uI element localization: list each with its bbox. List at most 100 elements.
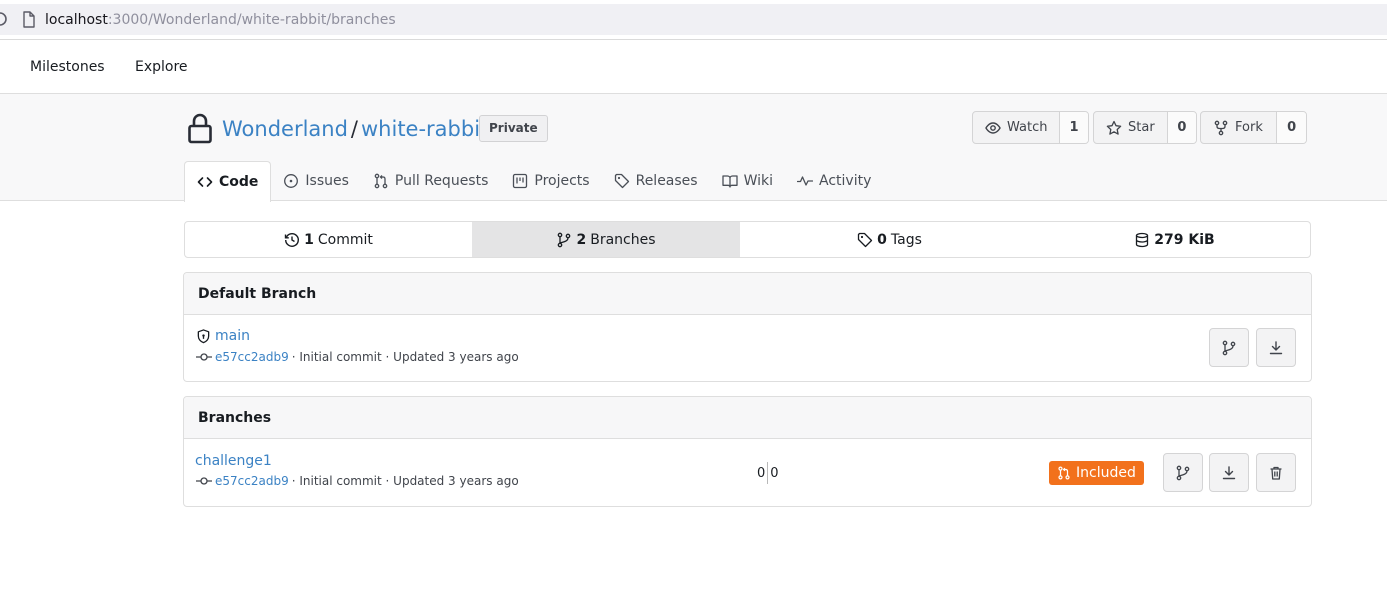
- browser-toolbar: localhost:3000/Wonderland/white-rabbit/b…: [0, 0, 1387, 40]
- eye-icon: [985, 120, 1001, 136]
- pull-request-icon: [373, 173, 389, 189]
- star-count[interactable]: 0: [1166, 112, 1196, 143]
- repo-tabs: Code Issues Pull Requests Projects Relea…: [184, 161, 883, 202]
- branch-name: challenge1: [195, 453, 272, 469]
- pulse-icon: [797, 173, 814, 189]
- trash-icon: [1268, 465, 1284, 481]
- stat-size-value: 279 KiB: [1154, 231, 1215, 248]
- repo-header: Wonderland / white-rabbit Private Watch 1 …: [0, 94, 1387, 202]
- tag-icon: [857, 232, 873, 248]
- default-branch-link[interactable]: main: [215, 328, 250, 344]
- database-icon: [1134, 232, 1150, 248]
- default-branch-commit: e57cc2adb9 · Initial commit · Updated 3 …: [196, 350, 519, 364]
- tab-wiki-label: Wiki: [743, 173, 774, 189]
- download-button[interactable]: [1209, 453, 1249, 492]
- repo-title: Wonderland / white-rabbit: [222, 115, 488, 143]
- stat-size: 279 KiB: [1039, 222, 1310, 257]
- stat-commits-count: 1: [304, 231, 314, 248]
- stat-branches-count: 2: [576, 231, 587, 248]
- included-badge: Included: [1049, 461, 1144, 485]
- included-label: Included: [1076, 465, 1136, 481]
- tab-activity[interactable]: Activity: [785, 161, 883, 201]
- default-branch-box: Default Branch main e57cc2adb9 · Initial…: [183, 272, 1312, 382]
- stat-branches-label: Branches: [590, 231, 656, 248]
- nav-explore[interactable]: Explore: [135, 58, 188, 76]
- private-badge: Private: [479, 115, 548, 142]
- star-group: Star 0: [1093, 111, 1197, 144]
- fork-count[interactable]: 0: [1276, 112, 1306, 143]
- tab-pull-requests[interactable]: Pull Requests: [361, 161, 500, 201]
- shield-lock-icon: [196, 328, 211, 344]
- url-path: :3000/Wonderland/white-rabbit/branches: [107, 12, 396, 28]
- commit-message: · Initial commit · Updated 3 years ago: [291, 350, 519, 364]
- project-icon: [512, 173, 528, 189]
- stat-tags[interactable]: 0 Tags: [740, 222, 1039, 257]
- star-label: Star: [1128, 120, 1155, 135]
- history-icon: [284, 232, 300, 248]
- fork-button[interactable]: Fork: [1201, 112, 1276, 143]
- page-icon: [22, 11, 36, 28]
- stat-commits-label: Commit: [317, 231, 373, 248]
- url-text[interactable]: localhost:3000/Wonderland/white-rabbit/b…: [45, 11, 396, 29]
- tab-pull-requests-label: Pull Requests: [394, 173, 489, 189]
- commit-icon: [196, 476, 212, 486]
- default-branch-header: Default Branch: [184, 273, 1311, 315]
- create-branch-button[interactable]: [1163, 453, 1203, 492]
- create-branch-button[interactable]: [1209, 328, 1249, 367]
- nav-milestones[interactable]: Milestones: [30, 58, 105, 76]
- branch-row: challenge1 e57cc2adb9 · Initial commit ·…: [184, 439, 1311, 506]
- ahead-count: 0: [770, 465, 779, 481]
- branch-icon: [1175, 465, 1191, 481]
- watch-group: Watch 1: [972, 111, 1089, 144]
- download-icon: [1268, 340, 1284, 356]
- code-icon: [197, 174, 213, 190]
- commit-sha-link[interactable]: e57cc2adb9: [215, 350, 289, 364]
- tab-releases[interactable]: Releases: [602, 161, 710, 201]
- repo-owner-link[interactable]: Wonderland: [222, 117, 348, 141]
- stat-tags-label: Tags: [890, 231, 922, 248]
- commit-message: · Initial commit · Updated 3 years ago: [291, 474, 519, 488]
- lock-icon: [187, 112, 213, 144]
- commit-icon: [196, 352, 212, 362]
- tab-projects[interactable]: Projects: [500, 161, 601, 201]
- watch-button[interactable]: Watch: [973, 112, 1059, 143]
- branches-box: Branches challenge1 e57cc2adb9 · Initial…: [183, 396, 1312, 507]
- commit-sha-link[interactable]: e57cc2adb9: [215, 474, 289, 488]
- fork-label: Fork: [1235, 120, 1263, 135]
- watch-label: Watch: [1007, 120, 1048, 135]
- stat-tags-count: 0: [877, 231, 887, 248]
- default-branch-name: main: [196, 328, 250, 344]
- url-host: localhost: [45, 12, 108, 28]
- repo-name-link[interactable]: white-rabbit: [361, 117, 488, 141]
- tab-issues-label: Issues: [305, 173, 349, 189]
- branch-link[interactable]: challenge1: [195, 453, 272, 469]
- tab-code[interactable]: Code: [184, 161, 272, 202]
- download-icon: [1221, 465, 1237, 481]
- star-button[interactable]: Star: [1094, 112, 1167, 143]
- branch-commit: e57cc2adb9 · Initial commit · Updated 3 …: [196, 474, 519, 488]
- app-navbar: Milestones Explore: [0, 41, 1387, 94]
- tab-issues[interactable]: Issues: [271, 161, 361, 201]
- delete-branch-button[interactable]: [1256, 453, 1296, 492]
- star-icon: [1106, 120, 1122, 136]
- behind-count: 0: [757, 465, 766, 481]
- repo-title-separator: /: [350, 117, 358, 141]
- stat-commits[interactable]: 1 Commit: [185, 222, 472, 257]
- watch-count[interactable]: 1: [1059, 112, 1088, 143]
- book-icon: [721, 173, 738, 189]
- branch-icon: [556, 232, 572, 248]
- site-info-icon[interactable]: [0, 12, 8, 26]
- stat-branches[interactable]: 2 Branches: [472, 222, 740, 257]
- tab-activity-label: Activity: [819, 173, 872, 189]
- fork-icon: [1213, 120, 1229, 136]
- issue-icon: [283, 173, 299, 189]
- pull-request-icon: [1057, 466, 1071, 480]
- branches-header: Branches: [184, 397, 1311, 439]
- tab-wiki[interactable]: Wiki: [710, 161, 785, 201]
- ahead-behind-divider: [767, 462, 769, 484]
- fork-group: Fork 0: [1200, 111, 1307, 144]
- download-button[interactable]: [1256, 328, 1296, 367]
- tab-releases-label: Releases: [635, 173, 698, 189]
- tab-code-label: Code: [219, 174, 259, 190]
- ahead-behind-counts[interactable]: 0 0: [757, 462, 779, 484]
